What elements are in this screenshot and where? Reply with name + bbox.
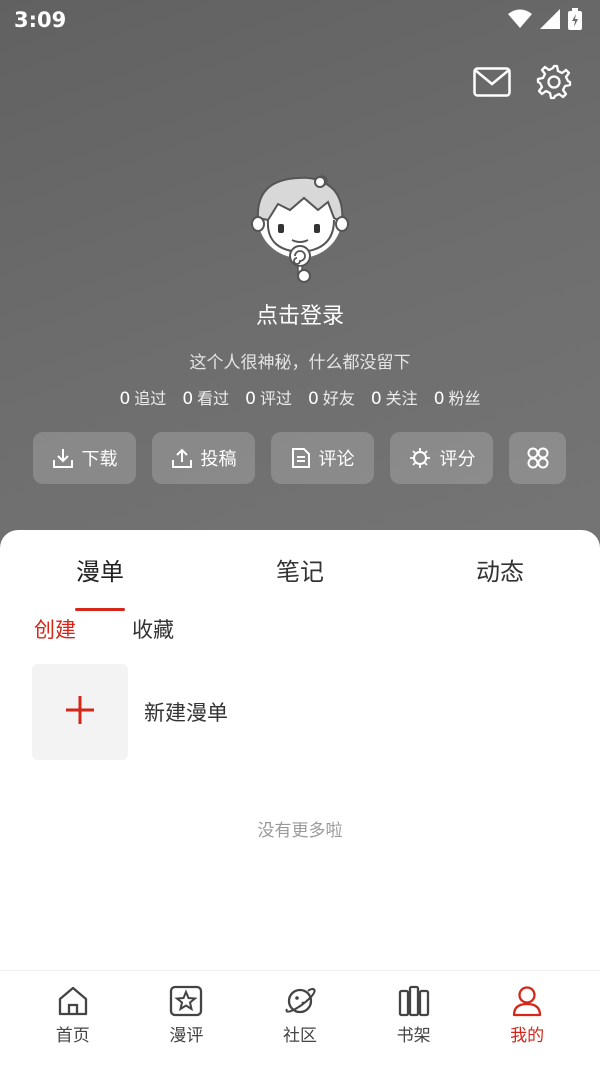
plus-icon (64, 694, 96, 730)
grid-icon (526, 446, 550, 470)
status-time: 3:09 (14, 8, 67, 32)
bookshelf-icon (397, 985, 431, 1017)
download-icon (52, 447, 74, 469)
nav-home[interactable]: 首页 (33, 971, 113, 1066)
bottom-nav: 首页 漫评 社区 书架 我的 (0, 970, 600, 1066)
settings-button[interactable] (534, 64, 574, 104)
content-tabs: 漫单 笔记 动态 (0, 552, 600, 611)
stat-following-series[interactable]: 0 追过 (119, 385, 166, 409)
more-apps-button[interactable] (509, 432, 566, 484)
tab-notes[interactable]: 笔记 (230, 552, 370, 587)
comment-button[interactable]: 评论 (271, 432, 374, 484)
nav-community[interactable]: 社区 (260, 971, 340, 1066)
active-tab-indicator (75, 608, 125, 611)
nav-mine[interactable]: 我的 (487, 971, 567, 1066)
battery-icon (568, 8, 582, 30)
document-icon (291, 447, 311, 469)
create-list-box[interactable] (32, 664, 128, 760)
stat-friends[interactable]: 0 好友 (308, 385, 355, 409)
gear-icon (536, 64, 572, 104)
subtabs: 创建 收藏 (34, 614, 174, 644)
mail-icon (473, 67, 511, 101)
top-actions (472, 64, 574, 104)
quick-actions: 下载 投稿 评论 评分 (33, 432, 566, 484)
star-icon (169, 985, 203, 1017)
rating-button[interactable]: 评分 (390, 432, 493, 484)
nav-bookshelf[interactable]: 书架 (374, 971, 454, 1066)
stat-fans[interactable]: 0 粉丝 (434, 385, 481, 409)
planet-icon (283, 985, 317, 1017)
profile-header: 3:09 点击登录 这个人很神秘，什么都没留下 0 追过 0 看过 0 评过 0… (0, 0, 600, 560)
subtab-created[interactable]: 创建 (34, 614, 76, 644)
profile-bio: 这个人很神秘，什么都没留下 (189, 353, 411, 373)
rating-icon (408, 446, 432, 470)
home-icon (56, 985, 90, 1017)
login-button[interactable]: 点击登录 (0, 298, 600, 330)
stat-watched[interactable]: 0 看过 (182, 385, 229, 409)
profile-stats: 0 追过 0 看过 0 评过 0 好友 0 关注 0 粉丝 (0, 385, 600, 409)
create-list-item[interactable]: 新建漫单 (32, 664, 228, 760)
subtab-favorites[interactable]: 收藏 (132, 614, 174, 644)
avatar[interactable] (244, 172, 356, 284)
wifi-icon (508, 9, 532, 29)
submit-button[interactable]: 投稿 (152, 432, 255, 484)
create-list-label: 新建漫单 (144, 701, 228, 725)
tab-activity[interactable]: 动态 (430, 552, 570, 587)
signal-icon (540, 9, 560, 29)
tab-manlist[interactable]: 漫单 (30, 552, 170, 587)
stat-reviewed[interactable]: 0 评过 (245, 385, 292, 409)
status-bar: 3:09 (0, 0, 600, 40)
download-button[interactable]: 下载 (33, 432, 136, 484)
upload-icon (171, 447, 193, 469)
content-sheet: 漫单 笔记 动态 创建 收藏 新建漫单 没有更多啦 (0, 530, 600, 970)
stat-following[interactable]: 0 关注 (371, 385, 418, 409)
nav-reviews[interactable]: 漫评 (146, 971, 226, 1066)
no-more-text: 没有更多啦 (257, 821, 343, 841)
user-icon (510, 985, 544, 1017)
status-icons (508, 8, 582, 30)
mail-button[interactable] (472, 64, 512, 104)
